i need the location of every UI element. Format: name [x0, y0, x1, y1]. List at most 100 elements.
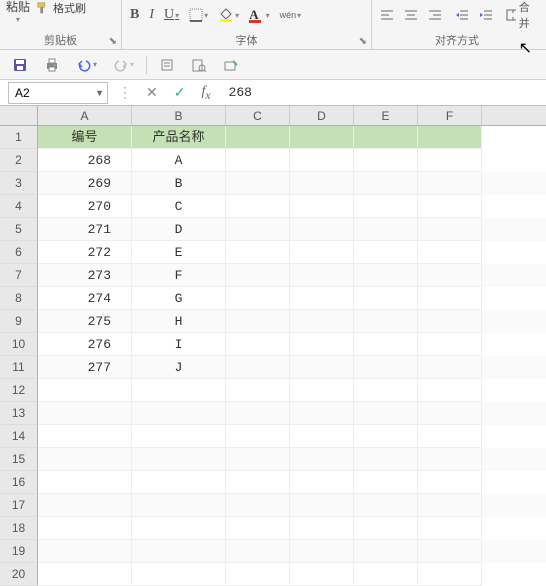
cell[interactable] [290, 241, 354, 264]
cell[interactable] [226, 264, 290, 287]
align-left-button[interactable] [376, 5, 398, 25]
cell[interactable] [418, 448, 482, 471]
cell[interactable] [132, 402, 226, 425]
cell[interactable] [132, 540, 226, 563]
cell[interactable]: 编号 [38, 126, 132, 149]
cell[interactable] [226, 517, 290, 540]
cell[interactable] [290, 425, 354, 448]
borders-button[interactable]: ▾ [185, 5, 212, 25]
cell[interactable] [226, 333, 290, 356]
cell[interactable]: F [132, 264, 226, 287]
cell[interactable] [418, 425, 482, 448]
cell[interactable]: 271 [38, 218, 132, 241]
cell[interactable]: 272 [38, 241, 132, 264]
row-header[interactable]: 5 [0, 218, 38, 241]
cell[interactable] [132, 471, 226, 494]
cell[interactable] [290, 172, 354, 195]
cell[interactable] [226, 287, 290, 310]
cell[interactable] [418, 310, 482, 333]
undo-button[interactable]: ▾ [72, 55, 101, 75]
cell[interactable]: 274 [38, 287, 132, 310]
merge-cells-button[interactable]: 合并 [502, 5, 538, 25]
cell[interactable] [418, 356, 482, 379]
cell[interactable] [354, 471, 418, 494]
row-header[interactable]: 14 [0, 425, 38, 448]
cell[interactable]: I [132, 333, 226, 356]
cell[interactable] [354, 425, 418, 448]
save-button[interactable] [8, 55, 32, 75]
cell[interactable] [132, 379, 226, 402]
name-box[interactable]: A2 ▼ [8, 82, 108, 104]
row-header[interactable]: 1 [0, 126, 38, 149]
cell[interactable] [290, 517, 354, 540]
align-center-button[interactable] [400, 5, 422, 25]
cell[interactable] [418, 172, 482, 195]
cell[interactable] [226, 425, 290, 448]
cell[interactable] [38, 379, 132, 402]
cell[interactable]: G [132, 287, 226, 310]
cell[interactable]: A [132, 149, 226, 172]
cell[interactable] [226, 126, 290, 149]
row-header[interactable]: 18 [0, 517, 38, 540]
cell[interactable] [290, 126, 354, 149]
cell[interactable] [418, 540, 482, 563]
cell[interactable]: C [132, 195, 226, 218]
decrease-indent-button[interactable] [451, 5, 473, 25]
cell[interactable] [354, 264, 418, 287]
cancel-formula-button[interactable]: ✕ [138, 84, 166, 101]
row-header[interactable]: 11 [0, 356, 38, 379]
accept-formula-button[interactable]: ✓ [166, 84, 194, 101]
cell[interactable] [290, 218, 354, 241]
cell[interactable] [226, 540, 290, 563]
cell[interactable] [226, 494, 290, 517]
column-header-F[interactable]: F [418, 106, 482, 125]
cell[interactable] [132, 563, 226, 586]
qat-button-3[interactable] [219, 55, 243, 75]
cell[interactable] [290, 402, 354, 425]
cell[interactable] [38, 517, 132, 540]
row-header[interactable]: 9 [0, 310, 38, 333]
cell[interactable] [132, 448, 226, 471]
cell[interactable]: 276 [38, 333, 132, 356]
cell[interactable] [226, 448, 290, 471]
cell[interactable] [290, 264, 354, 287]
row-header[interactable]: 20 [0, 563, 38, 586]
cell[interactable] [290, 494, 354, 517]
cell[interactable] [418, 517, 482, 540]
cell[interactable] [418, 218, 482, 241]
select-all-corner[interactable] [0, 106, 38, 125]
cell[interactable] [354, 356, 418, 379]
print-button[interactable] [40, 55, 64, 75]
cell[interactable] [290, 540, 354, 563]
cell[interactable] [132, 494, 226, 517]
row-header[interactable]: 6 [0, 241, 38, 264]
cell[interactable] [290, 356, 354, 379]
cell[interactable] [418, 563, 482, 586]
row-header[interactable]: 16 [0, 471, 38, 494]
row-header[interactable]: 7 [0, 264, 38, 287]
row-header[interactable]: 13 [0, 402, 38, 425]
cell[interactable] [418, 471, 482, 494]
cell[interactable] [354, 149, 418, 172]
cell[interactable] [354, 126, 418, 149]
row-header[interactable]: 8 [0, 287, 38, 310]
cell[interactable] [418, 333, 482, 356]
row-header[interactable]: 4 [0, 195, 38, 218]
fill-color-button[interactable]: ▾ [214, 5, 243, 25]
cell[interactable]: 产品名称 [132, 126, 226, 149]
formula-input[interactable]: 268 [219, 85, 546, 100]
qat-button-1[interactable] [155, 55, 179, 75]
cell[interactable] [354, 195, 418, 218]
cell[interactable]: J [132, 356, 226, 379]
chevron-down-icon[interactable]: ▼ [95, 88, 104, 98]
cell[interactable] [354, 517, 418, 540]
cell[interactable] [290, 448, 354, 471]
cell[interactable]: 275 [38, 310, 132, 333]
cell[interactable] [354, 448, 418, 471]
underline-button[interactable]: U ▾ [160, 5, 183, 25]
cell[interactable] [354, 333, 418, 356]
cell[interactable] [354, 310, 418, 333]
cell[interactable] [418, 494, 482, 517]
cell[interactable] [38, 540, 132, 563]
format-painter-button[interactable]: 格式刷 [36, 0, 86, 16]
